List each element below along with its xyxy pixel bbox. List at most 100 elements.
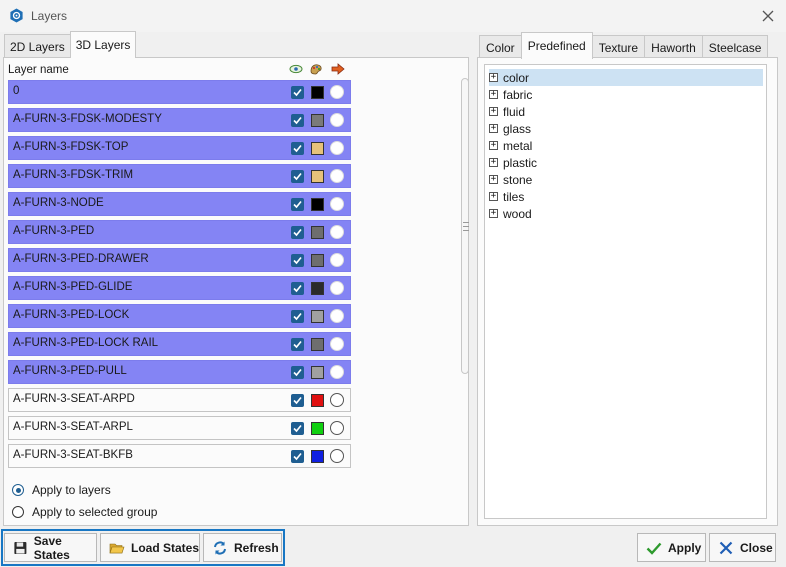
tree-item[interactable]: + metal bbox=[489, 137, 532, 154]
expand-icon[interactable]: + bbox=[489, 192, 498, 201]
layer-radio[interactable] bbox=[330, 113, 344, 127]
expand-icon[interactable]: + bbox=[489, 141, 498, 150]
layer-radio[interactable] bbox=[330, 85, 344, 99]
layer-name: A-FURN-3-PED-PULL bbox=[13, 365, 127, 377]
tab-3d-layers[interactable]: 3D Layers bbox=[69, 31, 137, 58]
layer-radio[interactable] bbox=[330, 141, 344, 155]
layer-radio[interactable] bbox=[330, 309, 344, 323]
close-button[interactable]: Close bbox=[709, 533, 776, 562]
layer-row[interactable]: A-FURN-3-NODE bbox=[8, 192, 351, 216]
layer-row[interactable]: A-FURN-3-FDSK-TOP bbox=[8, 136, 351, 160]
apply-to-group-radio[interactable] bbox=[12, 506, 24, 518]
tab-texture[interactable]: Texture bbox=[591, 35, 646, 59]
tree-item[interactable]: + fluid bbox=[489, 103, 525, 120]
tab-predefined[interactable]: Predefined bbox=[520, 32, 593, 59]
color-swatch[interactable] bbox=[311, 226, 324, 239]
visibility-checkbox[interactable] bbox=[291, 170, 304, 183]
color-swatch[interactable] bbox=[311, 422, 324, 435]
close-icon bbox=[719, 541, 733, 554]
expand-icon[interactable]: + bbox=[489, 158, 498, 167]
visibility-checkbox[interactable] bbox=[291, 254, 304, 267]
layer-radio[interactable] bbox=[330, 225, 344, 239]
tree-item[interactable]: + stone bbox=[489, 171, 532, 188]
layer-row[interactable]: A-FURN-3-PED bbox=[8, 220, 351, 244]
color-swatch[interactable] bbox=[311, 142, 324, 155]
color-swatch[interactable] bbox=[311, 170, 324, 183]
layer-radio[interactable] bbox=[330, 393, 344, 407]
visibility-checkbox[interactable] bbox=[291, 198, 304, 211]
scrollbar-grip[interactable] bbox=[463, 222, 469, 231]
check-icon bbox=[293, 284, 302, 293]
layer-row[interactable]: A-FURN-3-PED-LOCK bbox=[8, 304, 351, 328]
layer-radio[interactable] bbox=[330, 281, 344, 295]
expand-icon[interactable]: + bbox=[489, 107, 498, 116]
close-window-icon[interactable] bbox=[760, 8, 776, 24]
tab-haworth[interactable]: Haworth bbox=[644, 35, 703, 59]
layer-name: A-FURN-3-SEAT-ARPL bbox=[13, 421, 133, 433]
layer-row[interactable]: 0 bbox=[8, 80, 351, 104]
layer-name: A-FURN-3-FDSK-MODESTY bbox=[13, 113, 162, 125]
check-icon bbox=[293, 256, 302, 265]
layer-radio[interactable] bbox=[330, 253, 344, 267]
visibility-checkbox[interactable] bbox=[291, 310, 304, 323]
layer-row[interactable]: A-FURN-3-SEAT-ARPL bbox=[8, 416, 351, 440]
layer-radio[interactable] bbox=[330, 365, 344, 379]
expand-icon[interactable]: + bbox=[489, 175, 498, 184]
color-swatch[interactable] bbox=[311, 366, 324, 379]
color-swatch[interactable] bbox=[311, 338, 324, 351]
color-swatch[interactable] bbox=[311, 310, 324, 323]
visibility-checkbox[interactable] bbox=[291, 282, 304, 295]
visibility-checkbox[interactable] bbox=[291, 86, 304, 99]
layer-name: 0 bbox=[13, 85, 20, 97]
layer-row[interactable]: A-FURN-3-SEAT-ARPD bbox=[8, 388, 351, 412]
layer-row[interactable]: A-FURN-3-PED-DRAWER bbox=[8, 248, 351, 272]
color-swatch[interactable] bbox=[311, 254, 324, 267]
apply-to-group-option[interactable]: Apply to selected group bbox=[12, 505, 157, 519]
color-swatch[interactable] bbox=[311, 282, 324, 295]
tree-item[interactable]: + color bbox=[489, 69, 763, 86]
visibility-checkbox[interactable] bbox=[291, 142, 304, 155]
color-swatch[interactable] bbox=[311, 394, 324, 407]
color-swatch[interactable] bbox=[311, 198, 324, 211]
visibility-checkbox[interactable] bbox=[291, 338, 304, 351]
tab-steelcase[interactable]: Steelcase bbox=[701, 35, 769, 59]
layer-radio[interactable] bbox=[330, 337, 344, 351]
layer-row[interactable]: A-FURN-3-FDSK-MODESTY bbox=[8, 108, 351, 132]
tree-item-label: fabric bbox=[503, 87, 533, 102]
layer-list: 0 A-FURN-3-FDSK-MODESTY A-FURN-3-FDSK-TOP A… bbox=[8, 78, 354, 471]
expand-icon[interactable]: + bbox=[489, 90, 498, 99]
check-icon bbox=[293, 228, 302, 237]
tree-item[interactable]: + tiles bbox=[489, 188, 524, 205]
layer-row[interactable]: A-FURN-3-PED-GLIDE bbox=[8, 276, 351, 300]
layer-radio[interactable] bbox=[330, 449, 344, 463]
expand-icon[interactable]: + bbox=[489, 124, 498, 133]
layer-radio[interactable] bbox=[330, 169, 344, 183]
tree-item[interactable]: + plastic bbox=[489, 154, 537, 171]
visibility-checkbox[interactable] bbox=[291, 114, 304, 127]
visibility-checkbox[interactable] bbox=[291, 366, 304, 379]
tree-item[interactable]: + fabric bbox=[489, 86, 532, 103]
apply-to-layers-option[interactable]: Apply to layers bbox=[12, 483, 111, 497]
expand-icon[interactable]: + bbox=[489, 73, 498, 82]
layer-row[interactable]: A-FURN-3-FDSK-TRIM bbox=[8, 164, 351, 188]
tab-2d-layers[interactable]: 2D Layers bbox=[4, 34, 71, 58]
visibility-checkbox[interactable] bbox=[291, 394, 304, 407]
layer-row[interactable]: A-FURN-3-SEAT-BKFB bbox=[8, 444, 351, 468]
apply-button[interactable]: Apply bbox=[637, 533, 706, 562]
color-swatch[interactable] bbox=[311, 114, 324, 127]
layer-radio[interactable] bbox=[330, 421, 344, 435]
color-swatch[interactable] bbox=[311, 86, 324, 99]
visibility-checkbox[interactable] bbox=[291, 226, 304, 239]
visibility-checkbox[interactable] bbox=[291, 450, 304, 463]
layer-radio[interactable] bbox=[330, 197, 344, 211]
visibility-checkbox[interactable] bbox=[291, 422, 304, 435]
tab-color[interactable]: Color bbox=[479, 35, 522, 59]
layer-row[interactable]: A-FURN-3-PED-PULL bbox=[8, 360, 351, 384]
color-swatch[interactable] bbox=[311, 450, 324, 463]
expand-icon[interactable]: + bbox=[489, 209, 498, 218]
apply-to-layers-radio[interactable] bbox=[12, 484, 24, 496]
layer-row[interactable]: A-FURN-3-PED-LOCK RAIL bbox=[8, 332, 351, 356]
tree-item[interactable]: + wood bbox=[489, 205, 532, 222]
layer-name-header: Layer name bbox=[8, 64, 69, 76]
tree-item[interactable]: + glass bbox=[489, 120, 531, 137]
